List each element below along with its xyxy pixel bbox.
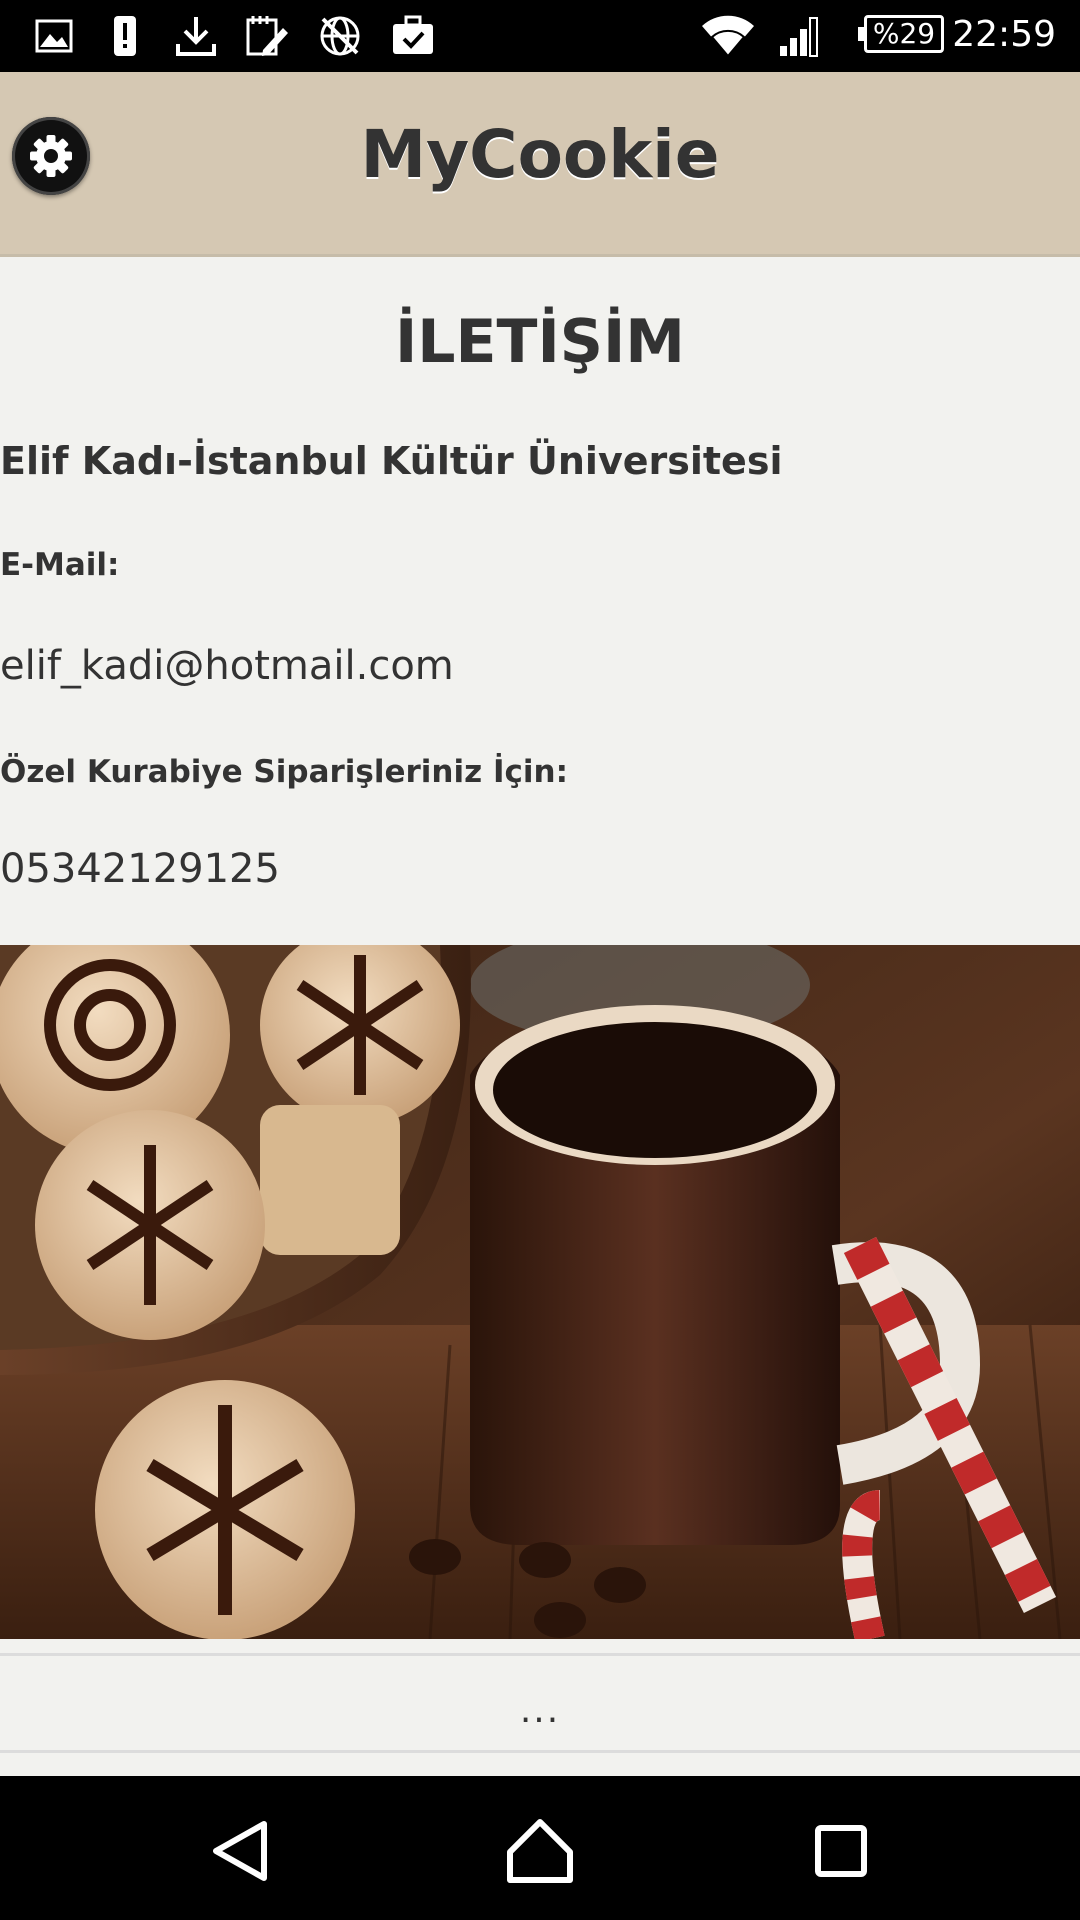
- back-icon[interactable]: [206, 1816, 276, 1886]
- app-title: MyCookie: [360, 116, 720, 193]
- download-icon: [176, 17, 216, 56]
- alert-icon: [114, 16, 136, 56]
- battery-icon: %29: [858, 15, 944, 53]
- footer-bar: ...: [0, 1653, 1080, 1753]
- navigation-bar: [0, 1776, 1080, 1920]
- phone-value[interactable]: 05342129125: [0, 846, 280, 892]
- status-bar: %29 22:59: [0, 0, 1080, 72]
- signal-icon: [780, 17, 818, 57]
- home-icon[interactable]: [505, 1816, 575, 1886]
- order-label: Özel Kurabiye Siparişleriniz İçin:: [0, 754, 568, 790]
- page-title: İLETİŞİM: [394, 307, 686, 377]
- email-value[interactable]: elif_kadi@hotmail.com: [0, 643, 454, 689]
- globe-off-icon: [320, 16, 360, 56]
- more-button[interactable]: ...: [0, 1690, 1080, 1731]
- contact-person: Elif Kadı-İstanbul Kültür Üniversitesi: [0, 439, 783, 483]
- cookies-coffee-photo: [0, 945, 1080, 1639]
- briefcase-check-icon: [393, 15, 433, 54]
- wifi-icon: [702, 15, 754, 58]
- recents-icon[interactable]: [806, 1816, 876, 1886]
- note-edit-icon: [246, 16, 288, 56]
- email-label: E-Mail:: [0, 547, 120, 583]
- image-icon: [35, 19, 73, 53]
- status-time: 22:59: [952, 14, 1056, 55]
- app-header: MyCookie: [0, 72, 1080, 257]
